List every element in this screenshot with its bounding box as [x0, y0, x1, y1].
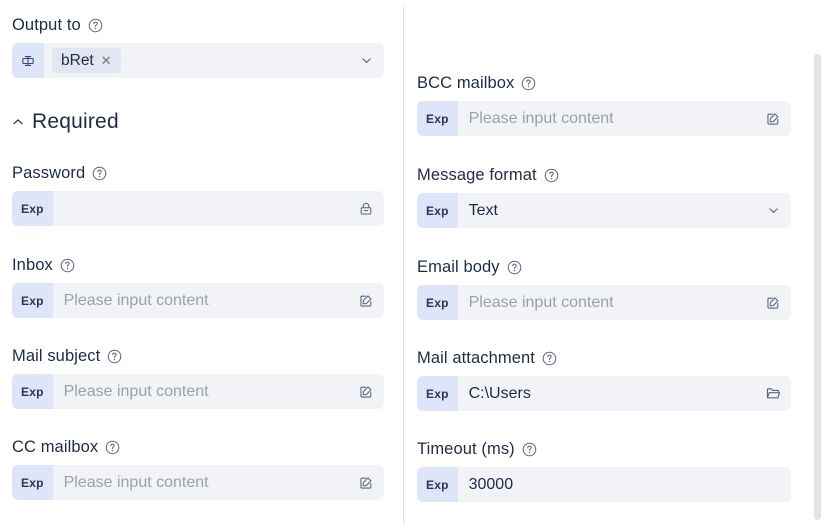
- field-label-message-format: Message format: [417, 164, 791, 186]
- field-inbox: Inbox Exp Please input content: [12, 254, 384, 318]
- label-text: Mail subject: [12, 347, 101, 365]
- property-panel: Output to bRet ✕ Required Password Exp I…: [0, 0, 826, 531]
- inbox-input[interactable]: Please input content: [53, 292, 348, 310]
- section-title: Required: [32, 110, 119, 133]
- exp-badge[interactable]: Exp: [12, 465, 53, 500]
- chevron-down-icon[interactable]: [348, 43, 384, 78]
- cc-mailbox-control[interactable]: Exp Please input content: [12, 465, 384, 500]
- timeout-input[interactable]: 30000: [458, 476, 791, 494]
- edit-pencil-icon[interactable]: [348, 374, 384, 409]
- field-mail-attachment: Mail attachment Exp C:\Users: [417, 347, 791, 411]
- exp-badge[interactable]: Exp: [12, 283, 53, 318]
- variable-text-cursor-icon[interactable]: [12, 43, 44, 78]
- help-circle-icon[interactable]: [542, 351, 557, 366]
- timeout-control[interactable]: Exp 30000: [417, 467, 791, 502]
- help-circle-icon[interactable]: [88, 18, 103, 33]
- label-text: Mail attachment: [417, 349, 535, 367]
- email-body-control[interactable]: Exp Please input content: [417, 285, 791, 320]
- edit-pencil-icon[interactable]: [755, 101, 791, 136]
- exp-badge[interactable]: Exp: [417, 376, 458, 411]
- field-label-bcc-mailbox: BCC mailbox: [417, 72, 791, 94]
- label-text: Timeout (ms): [417, 440, 515, 458]
- edit-pencil-icon[interactable]: [348, 465, 384, 500]
- field-mail-subject: Mail subject Exp Please input content: [12, 345, 384, 409]
- exp-badge[interactable]: Exp: [417, 467, 458, 502]
- help-circle-icon[interactable]: [107, 349, 122, 364]
- exp-badge[interactable]: Exp: [417, 193, 458, 228]
- tag-label: bRet: [61, 51, 94, 69]
- field-label-inbox: Inbox: [12, 254, 384, 276]
- column-divider: [403, 6, 404, 525]
- edit-pencil-icon[interactable]: [755, 285, 791, 320]
- bcc-mailbox-input[interactable]: Please input content: [458, 110, 755, 128]
- message-format-value[interactable]: Text: [458, 202, 755, 220]
- output-to-tag-area: bRet ✕: [44, 48, 348, 73]
- field-label-email-body: Email body: [417, 256, 791, 278]
- close-icon[interactable]: ✕: [101, 54, 112, 67]
- label-text: Message format: [417, 166, 537, 184]
- tag-item[interactable]: bRet ✕: [52, 48, 121, 73]
- label-text: BCC mailbox: [417, 74, 515, 92]
- field-label-mail-subject: Mail subject: [12, 345, 384, 367]
- scrollbar-thumb[interactable]: [814, 54, 821, 520]
- exp-badge[interactable]: Exp: [12, 191, 53, 226]
- help-circle-icon[interactable]: [507, 260, 522, 275]
- help-circle-icon[interactable]: [92, 166, 107, 181]
- field-label-mail-attachment: Mail attachment: [417, 347, 791, 369]
- chevron-up-icon[interactable]: [12, 116, 24, 128]
- exp-badge[interactable]: Exp: [417, 101, 458, 136]
- label-text: CC mailbox: [12, 438, 99, 456]
- output-to-select[interactable]: bRet ✕: [12, 43, 384, 78]
- help-circle-icon[interactable]: [105, 440, 120, 455]
- inbox-control[interactable]: Exp Please input content: [12, 283, 384, 318]
- help-circle-icon[interactable]: [60, 258, 75, 273]
- chevron-down-icon[interactable]: [755, 193, 791, 228]
- field-label-timeout: Timeout (ms): [417, 438, 791, 460]
- cc-mailbox-input[interactable]: Please input content: [53, 474, 348, 492]
- label-text: Inbox: [12, 256, 53, 274]
- label-text: Password: [12, 164, 86, 182]
- exp-badge[interactable]: Exp: [417, 285, 458, 320]
- vertical-scrollbar[interactable]: [814, 54, 821, 520]
- help-circle-icon[interactable]: [521, 76, 536, 91]
- label-text: Email body: [417, 258, 500, 276]
- lock-icon[interactable]: [348, 191, 384, 226]
- field-password: Password Exp: [12, 162, 384, 226]
- field-message-format: Message format Exp Text: [417, 164, 791, 228]
- exp-badge[interactable]: Exp: [12, 374, 53, 409]
- edit-pencil-icon[interactable]: [348, 283, 384, 318]
- field-bcc-mailbox: BCC mailbox Exp Please input content: [417, 72, 791, 136]
- password-control[interactable]: Exp: [12, 191, 384, 226]
- field-timeout: Timeout (ms) Exp 30000: [417, 438, 791, 502]
- mail-subject-input[interactable]: Please input content: [53, 383, 348, 401]
- message-format-select[interactable]: Exp Text: [417, 193, 791, 228]
- mail-attachment-control[interactable]: Exp C:\Users: [417, 376, 791, 411]
- field-email-body: Email body Exp Please input content: [417, 256, 791, 320]
- email-body-input[interactable]: Please input content: [458, 294, 755, 312]
- field-cc-mailbox: CC mailbox Exp Please input content: [12, 436, 384, 500]
- field-output-to: Output to bRet ✕: [12, 14, 384, 78]
- help-circle-icon[interactable]: [544, 168, 559, 183]
- mail-attachment-input[interactable]: C:\Users: [458, 385, 755, 403]
- label-text: Output to: [12, 16, 81, 34]
- field-label-password: Password: [12, 162, 384, 184]
- section-header-required[interactable]: Required: [12, 110, 119, 134]
- bcc-mailbox-control[interactable]: Exp Please input content: [417, 101, 791, 136]
- mail-subject-control[interactable]: Exp Please input content: [12, 374, 384, 409]
- help-circle-icon[interactable]: [522, 442, 537, 457]
- field-label-cc-mailbox: CC mailbox: [12, 436, 384, 458]
- folder-open-icon[interactable]: [755, 376, 791, 411]
- field-label-output-to: Output to: [12, 14, 384, 36]
